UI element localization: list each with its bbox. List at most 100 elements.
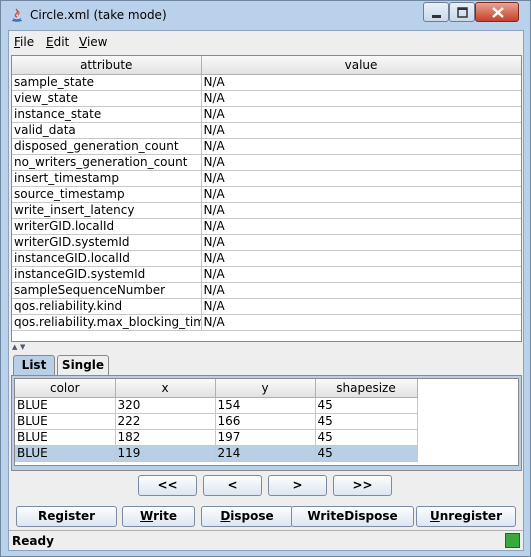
color-cell[interactable]: BLUE <box>15 397 116 414</box>
split-pane-divider[interactable]: ▲ ▼ <box>11 344 522 351</box>
register-button[interactable]: Register <box>16 506 117 527</box>
attribute-value-cell[interactable]: N/A <box>201 266 521 283</box>
column-header-color[interactable]: color <box>15 379 116 398</box>
window-title: Circle.xml (take mode) <box>30 8 167 22</box>
table-row[interactable]: view_state N/A <box>12 90 521 107</box>
attribute-value-cell[interactable]: N/A <box>201 90 521 107</box>
table-row[interactable]: instanceGID.localId N/A <box>12 250 521 267</box>
column-header-value[interactable]: value <box>201 56 521 75</box>
y-cell[interactable]: 166 <box>215 413 316 430</box>
attribute-name-cell[interactable]: no_writers_generation_count <box>12 154 202 171</box>
table-row[interactable]: disposed_generation_count N/A <box>12 138 521 155</box>
attribute-value-cell[interactable]: N/A <box>201 138 521 155</box>
attribute-name-cell[interactable]: insert_timestamp <box>12 170 202 187</box>
attribute-name-cell[interactable]: qos.reliability.kind <box>12 298 202 315</box>
attribute-value-cell[interactable]: N/A <box>201 314 521 331</box>
attribute-table[interactable]: attribute value sample_state N/A view_stat… <box>11 55 522 342</box>
menu-edit[interactable]: Edit <box>46 35 69 49</box>
table-row[interactable]: sampleSequenceNumber N/A <box>12 282 521 299</box>
next-sample-button[interactable]: > <box>268 475 327 496</box>
x-cell[interactable]: 320 <box>115 397 216 414</box>
attribute-name-cell[interactable]: valid_data <box>12 122 202 139</box>
x-cell[interactable]: 182 <box>115 429 216 446</box>
table-row[interactable]: writerGID.localId N/A <box>12 218 521 235</box>
attribute-name-cell[interactable]: instance_state <box>12 106 202 123</box>
menu-view[interactable]: View <box>79 35 107 49</box>
attribute-name-cell[interactable]: writerGID.systemId <box>12 234 202 251</box>
collapse-up-icon[interactable]: ▲ <box>12 344 17 351</box>
y-cell[interactable]: 214 <box>215 445 316 462</box>
tab-content: color x y shapesize BLUE 320 154 45 BLUE 222 1… <box>11 375 522 471</box>
collapse-down-icon[interactable]: ▼ <box>20 344 25 351</box>
shapesize-cell[interactable]: 45 <box>315 413 418 430</box>
unregister-button[interactable]: Unregister <box>416 506 516 527</box>
samples-table[interactable]: color x y shapesize BLUE 320 154 45 BLUE 222 1… <box>14 378 519 466</box>
attribute-value-cell[interactable]: N/A <box>201 250 521 267</box>
attribute-value-cell[interactable]: N/A <box>201 122 521 139</box>
color-cell[interactable]: BLUE <box>15 445 116 462</box>
tab-single[interactable]: Single <box>57 355 109 375</box>
attribute-value-cell[interactable]: N/A <box>201 74 521 91</box>
y-cell[interactable]: 154 <box>215 397 316 414</box>
column-header-x[interactable]: x <box>115 379 216 398</box>
tab-list[interactable]: List <box>13 355 55 375</box>
dispose-button[interactable]: Dispose <box>201 506 293 527</box>
column-header-y[interactable]: y <box>215 379 316 398</box>
last-sample-button[interactable]: >> <box>333 475 392 496</box>
minimize-icon <box>432 15 441 18</box>
attribute-name-cell[interactable]: view_state <box>12 90 202 107</box>
attribute-name-cell[interactable]: sample_state <box>12 74 202 91</box>
attribute-value-cell[interactable]: N/A <box>201 218 521 235</box>
shapesize-cell[interactable]: 45 <box>315 397 418 414</box>
table-row[interactable]: sample_state N/A <box>12 74 521 91</box>
writedispose-button[interactable]: WriteDispose <box>291 506 414 527</box>
shapesize-cell[interactable]: 45 <box>315 445 418 462</box>
table-row[interactable]: write_insert_latency N/A <box>12 202 521 219</box>
attribute-name-cell[interactable]: source_timestamp <box>12 186 202 203</box>
table-row[interactable]: no_writers_generation_count N/A <box>12 154 521 171</box>
table-row[interactable]: source_timestamp N/A <box>12 186 521 203</box>
color-cell[interactable]: BLUE <box>15 429 116 446</box>
title-bar[interactable]: Circle.xml (take mode) <box>1 1 530 29</box>
table-row[interactable]: qos.reliability.kind N/A <box>12 298 521 315</box>
close-button[interactable] <box>475 2 519 22</box>
attribute-name-cell[interactable]: write_insert_latency <box>12 202 202 219</box>
attribute-name-cell[interactable]: sampleSequenceNumber <box>12 282 202 299</box>
attribute-name-cell[interactable]: instanceGID.systemId <box>12 266 202 283</box>
attribute-value-cell[interactable]: N/A <box>201 106 521 123</box>
first-sample-button[interactable]: << <box>138 475 197 496</box>
y-cell[interactable]: 197 <box>215 429 316 446</box>
maximize-button[interactable] <box>449 2 475 22</box>
table-row[interactable]: qos.reliability.max_blocking_time N/A <box>12 314 521 331</box>
attribute-value-cell[interactable]: N/A <box>201 202 521 219</box>
previous-sample-button[interactable]: < <box>203 475 262 496</box>
table-row[interactable]: BLUE 119 214 45 <box>15 445 418 462</box>
minimize-button[interactable] <box>423 2 449 22</box>
attribute-value-cell[interactable]: N/A <box>201 234 521 251</box>
x-cell[interactable]: 222 <box>115 413 216 430</box>
table-row[interactable]: BLUE 222 166 45 <box>15 413 418 430</box>
column-header-attribute[interactable]: attribute <box>12 56 202 75</box>
column-header-shapesize[interactable]: shapesize <box>315 379 418 398</box>
color-cell[interactable]: BLUE <box>15 413 116 430</box>
x-cell[interactable]: 119 <box>115 445 216 462</box>
table-row[interactable]: instanceGID.systemId N/A <box>12 266 521 283</box>
attribute-name-cell[interactable]: qos.reliability.max_blocking_time <box>12 314 202 331</box>
write-button[interactable]: Write <box>122 506 195 527</box>
table-row[interactable]: BLUE 320 154 45 <box>15 397 418 414</box>
attribute-value-cell[interactable]: N/A <box>201 282 521 299</box>
table-row[interactable]: insert_timestamp N/A <box>12 170 521 187</box>
attribute-value-cell[interactable]: N/A <box>201 154 521 171</box>
attribute-name-cell[interactable]: instanceGID.localId <box>12 250 202 267</box>
table-row[interactable]: BLUE 182 197 45 <box>15 429 418 446</box>
attribute-name-cell[interactable]: writerGID.localId <box>12 218 202 235</box>
menu-file[interactable]: File <box>14 35 34 49</box>
table-row[interactable]: valid_data N/A <box>12 122 521 139</box>
attribute-value-cell[interactable]: N/A <box>201 170 521 187</box>
attribute-value-cell[interactable]: N/A <box>201 298 521 315</box>
attribute-name-cell[interactable]: disposed_generation_count <box>12 138 202 155</box>
table-row[interactable]: writerGID.systemId N/A <box>12 234 521 251</box>
shapesize-cell[interactable]: 45 <box>315 429 418 446</box>
table-row[interactable]: instance_state N/A <box>12 106 521 123</box>
attribute-value-cell[interactable]: N/A <box>201 186 521 203</box>
